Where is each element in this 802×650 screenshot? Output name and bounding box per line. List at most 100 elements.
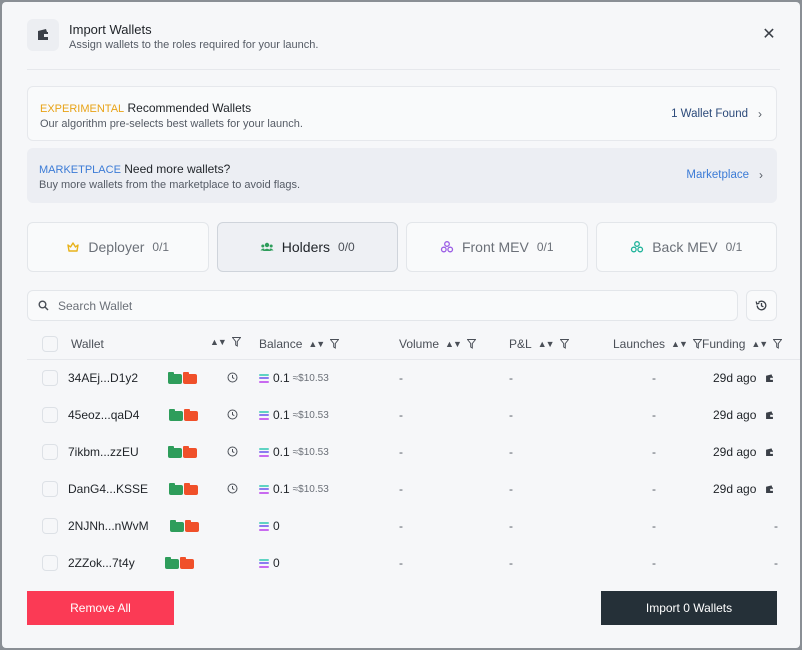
balance-value: 0.1 [273,445,290,459]
row-checkbox[interactable] [42,481,58,497]
table-row[interactable]: 2ZZok...7t4y 0 - - - - [27,545,800,572]
crown-icon [67,242,80,252]
import-wallets-button[interactable]: Import 0 Wallets [601,591,777,625]
solana-icon [259,521,269,531]
folder-icon [169,409,183,421]
row-checkbox[interactable] [42,444,58,460]
wallet-address: 45eoz...qaD4 [68,408,140,422]
sort-icon[interactable]: ▲▼ [308,339,325,349]
sort-icon[interactable]: ▲▼ [210,337,227,347]
recommended-wallets-banner[interactable]: EXPERIMENTAL Recommended Wallets Our alg… [27,86,777,141]
wallet-address: 2NJNh...nWvM [68,519,149,533]
table-row[interactable]: 34AEj...D1y2 0.1 ≈$10.53 - - - 29d ago [27,360,800,397]
solana-icon [259,373,269,383]
marketplace-link[interactable]: Marketplace › [686,168,763,182]
remove-all-button[interactable]: Remove All [27,591,174,625]
folder-icon [170,520,184,532]
folder-icon [184,409,198,421]
balance-value: 0 [273,519,280,533]
wallet-icon [764,447,775,458]
wallet-address: 7ikbm...zzEU [68,445,139,459]
chevron-right-icon: › [758,107,762,121]
folder-icon [183,446,197,458]
balance-value: 0.1 [273,408,290,422]
clock-icon[interactable] [227,372,238,383]
tab-holders[interactable]: Holders 0/0 [216,222,398,272]
pnl-value: - [509,556,513,570]
table-row[interactable]: 7ikbm...zzEU 0.1 ≈$10.53 - - - 29d ago [27,434,800,471]
column-volume: Volume [399,337,440,351]
pnl-value: - [509,445,513,459]
funding-value: - [774,519,778,533]
sort-icon[interactable]: ▲▼ [671,339,688,349]
filter-icon[interactable] [466,339,476,349]
solana-icon [259,410,269,420]
folder-icon [180,557,194,569]
wallets-found-link[interactable]: 1 Wallet Found › [671,107,762,121]
search-icon [28,290,58,321]
table-row[interactable]: DanG4...KSSE 0.1 ≈$10.53 - - - 29d ago [27,471,800,508]
select-all-checkbox[interactable] [42,336,58,352]
launches-value: - [652,519,656,533]
balance-usd: ≈$10.53 [292,409,329,421]
tab-count: 0/1 [725,240,743,254]
wallet-address: DanG4...KSSE [68,482,149,496]
balance-value: 0.1 [273,371,290,385]
tab-back-mev[interactable]: Back MEV 0/1 [595,222,777,272]
wallets-found-label: 1 Wallet Found [671,108,748,120]
history-icon [755,300,767,311]
tab-label: Holders [281,239,331,255]
pnl-value: - [509,371,513,385]
marketplace-banner[interactable]: MARKETPLACE Need more wallets? Buy more … [27,148,777,203]
sort-icon[interactable]: ▲▼ [538,339,555,349]
import-wallets-modal: Import Wallets Assign wallets to the rol… [2,2,800,648]
tab-deployer[interactable]: Deployer 0/1 [27,222,209,272]
folder-icon [168,446,182,458]
nodes-icon [631,241,644,253]
modal-subtitle: Assign wallets to the roles required for… [69,39,319,51]
column-launches: Launches [613,337,666,351]
clock-icon[interactable] [227,483,238,494]
wallet-address: 34AEj...D1y2 [68,371,139,385]
column-pnl: P&L [509,337,532,351]
filter-icon[interactable] [330,339,340,349]
tab-count: 0/1 [152,240,170,254]
close-icon[interactable]: ✕ [762,27,776,43]
row-checkbox[interactable] [42,555,58,571]
filter-icon[interactable] [692,339,702,349]
wallet-icon [764,410,775,421]
solana-icon [259,484,269,494]
launches-value: - [652,408,656,422]
launches-value: - [652,482,656,496]
clock-icon[interactable] [227,446,238,457]
marketplace-tag: MARKETPLACE [39,164,121,176]
row-checkbox[interactable] [42,407,58,423]
sort-icon[interactable]: ▲▼ [751,339,768,349]
column-balance: Balance [259,337,303,351]
folder-icon [183,372,197,384]
search-input[interactable] [58,298,658,313]
tab-front-mev[interactable]: Front MEV 0/1 [406,222,588,272]
clock-icon[interactable] [227,409,238,420]
modal-header: Import Wallets Assign wallets to the rol… [27,18,780,70]
sort-icon[interactable]: ▲▼ [445,339,462,349]
funding-value: 29d ago [713,408,757,422]
balance-value: 0 [273,556,280,570]
row-checkbox[interactable] [42,370,58,386]
row-checkbox[interactable] [42,518,58,534]
tab-label: Front MEV [461,239,529,255]
users-icon [260,242,274,251]
history-button[interactable] [746,290,777,321]
funding-value: - [774,556,778,570]
tab-count: 0/0 [338,240,355,254]
table-row[interactable]: 2NJNh...nWvM 0 - - - - [27,508,800,545]
filter-icon[interactable] [559,339,569,349]
volume-value: - [399,556,403,570]
filter-icon[interactable] [231,337,241,347]
launches-value: - [652,371,656,385]
table-row[interactable]: 45eoz...qaD4 0.1 ≈$10.53 - - - 29d ago [27,397,800,434]
wallet-icon [764,373,775,384]
filter-icon[interactable] [773,339,783,349]
folder-icon [165,557,179,569]
wallets-table: Wallet ▲▼ Balance ▲▼ Volume ▲▼ P&L ▲▼ La… [27,326,800,572]
